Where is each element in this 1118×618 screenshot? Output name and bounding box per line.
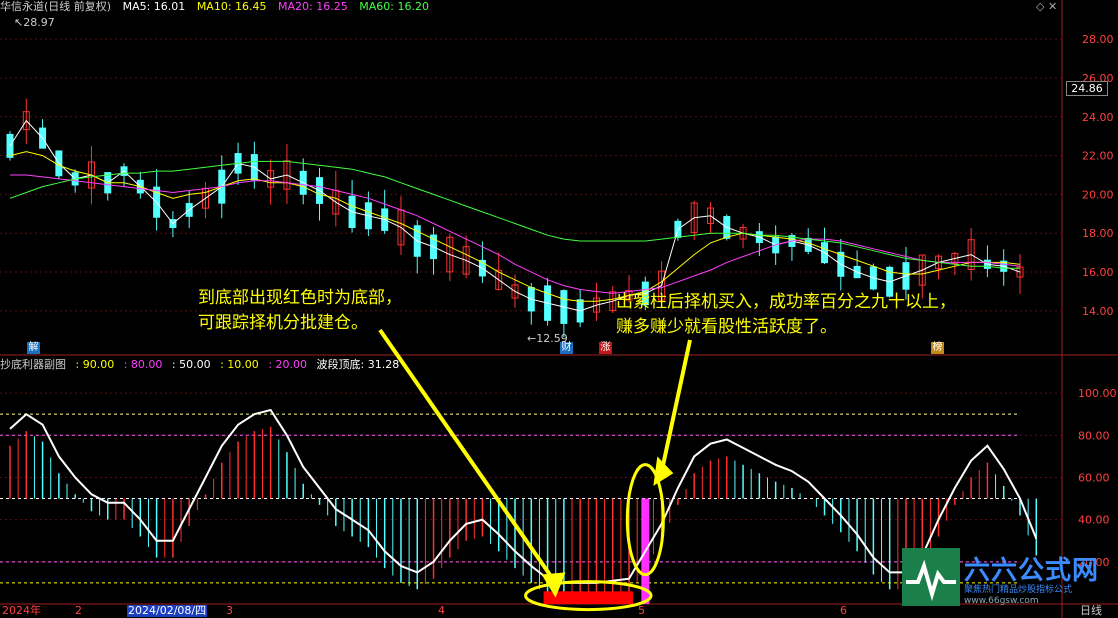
watermark: 六六公式网 聚焦热门精品炒股指标公式 www.66gsw.com (902, 548, 1112, 606)
y-axis: 14.0016.0018.0020.0022.0024.0026.0028.00… (1078, 33, 1117, 569)
date-label-mar: 3 (226, 604, 233, 617)
close-icon[interactable]: ✕ (1048, 0, 1057, 13)
ma20-legend: MA20: 16.25 (278, 0, 348, 13)
arrow-left (378, 328, 558, 585)
indicator-tick-label: 40.00 (1078, 514, 1110, 527)
price-tick-label: 24.00 (1082, 111, 1114, 124)
event-icon-cai[interactable]: 财 (560, 342, 573, 354)
high-marker: ↖28.97 (14, 16, 55, 29)
annotation-left-line1: 到底部出现红色时为底部， (198, 288, 402, 308)
ma5-legend: MA5: 16.01 (122, 0, 186, 13)
price-tick-label: 28.00 (1082, 33, 1114, 46)
indicator-v90: : 90.00 (75, 358, 115, 371)
event-icon-jie[interactable]: 解 (27, 342, 40, 354)
price-tick-label: 20.00 (1082, 188, 1114, 201)
window-controls: ◇ ✕ (1036, 0, 1057, 13)
indicator-title: 抄底利器副图 (0, 358, 66, 371)
price-tick-label: 14.00 (1082, 305, 1114, 318)
price-tick-label: 22.00 (1082, 150, 1114, 163)
indicator-tick-label: 80.00 (1078, 429, 1110, 442)
indicator-v80: : 80.00 (123, 358, 163, 371)
annotation-left-line2: 可跟踪择机分批建仓。 (198, 313, 368, 333)
indicator-legend: 抄底利器副图 : 90.00 : 80.00 : 50.00 : 10.00 :… (0, 358, 405, 371)
date-label-feb: 2 (75, 604, 82, 617)
price-legend: 华信永道(日线 前复权) MA5: 16.01 MA10: 16.45 MA20… (0, 0, 437, 14)
price-tick-label: 16.00 (1082, 266, 1114, 279)
event-icon-zhang[interactable]: 涨 (599, 342, 612, 354)
current-price-box: 24.86 (1066, 81, 1108, 96)
period-label[interactable]: 日线 (1080, 605, 1102, 617)
indicator-v10: : 10.00 (220, 358, 259, 371)
watermark-logo-icon (902, 548, 960, 606)
watermark-url: www.66gsw.com (964, 596, 1039, 606)
date-label-cursor: 2024/02/08/四 (127, 604, 208, 617)
date-label-jun: 6 (840, 604, 847, 617)
stock-title: 华信永道(日线 前复权) (0, 0, 112, 13)
date-label-year: 2024年 (2, 604, 41, 617)
indicator-v20: : 20.00 (268, 358, 308, 371)
triangle-up-icon[interactable]: ◇ (1036, 0, 1044, 13)
annotation-right-line2: 赚多赚少就看股性活跃度了。 (616, 317, 837, 337)
annotation-right-line1: 出紫柱后择机买入，成功率百分之九十以上， (616, 292, 956, 312)
date-label-may: 5 (638, 604, 645, 617)
indicator-bars (9, 426, 1038, 604)
arrow-right (659, 339, 692, 474)
annotation-right: 出紫柱后择机买入，成功率百分之九十以上， 赚多赚少就看股性活跃度了。 (616, 290, 956, 340)
high-value: 28.97 (23, 16, 55, 29)
date-label-apr: 4 (438, 604, 445, 617)
indicator-tick-label: 60.00 (1078, 471, 1110, 484)
ma10-legend: MA10: 16.45 (196, 0, 267, 13)
watermark-slogan: 聚焦热门精品炒股指标公式 (964, 585, 1073, 595)
price-tick-label: 18.00 (1082, 227, 1114, 240)
annotation-left: 到底部出现红色时为底部， 可跟踪择机分批建仓。 (198, 286, 402, 336)
indicator-v50: : 50.00 (171, 358, 211, 371)
indicator-wave: 波段顶底: 31.28 (316, 358, 400, 371)
indicator-tick-label: 100.00 (1078, 387, 1117, 400)
ma-line-ma60 (9, 160, 1020, 269)
ma60-legend: MA60: 16.20 (359, 0, 429, 13)
event-icon-bang[interactable]: 榜 (931, 342, 944, 354)
